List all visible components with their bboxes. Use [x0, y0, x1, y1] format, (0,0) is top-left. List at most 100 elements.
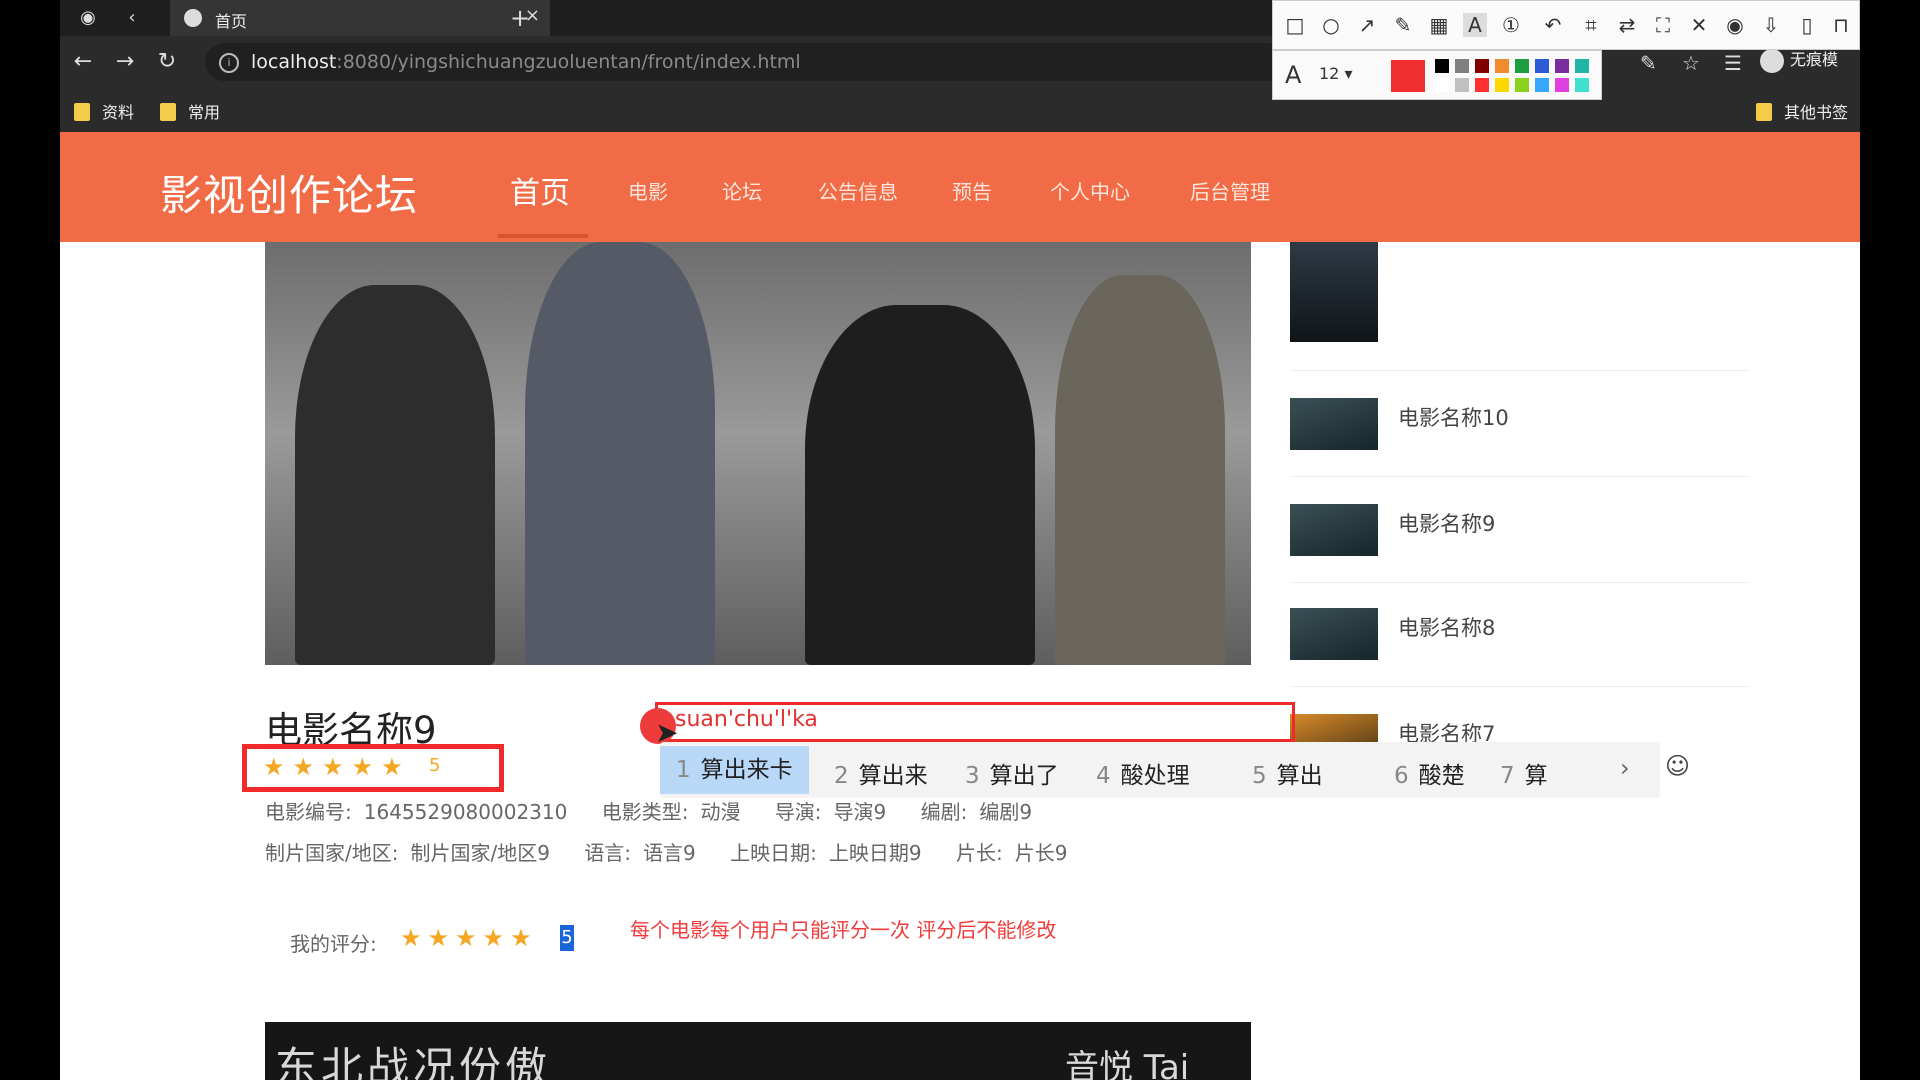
translate-icon[interactable]: ⇄ — [1615, 13, 1639, 37]
pen-tool-icon[interactable]: ✎ — [1391, 13, 1415, 37]
arrow-tool-icon[interactable]: ↗ — [1355, 13, 1379, 37]
done-icon[interactable]: ⊓ — [1829, 13, 1853, 37]
side-movie-name[interactable]: 电影名称9 — [1398, 508, 1495, 538]
movie-info-row: 电影编号: 1645529080002310 电影类型: 动漫 导演: 导演9 编剧:… — [265, 800, 1033, 824]
current-color-swatch[interactable] — [1391, 60, 1425, 92]
movie-director: 导演9 — [833, 800, 887, 824]
rectangle-tool-icon[interactable]: □ — [1283, 13, 1307, 37]
color-swatch[interactable] — [1575, 59, 1589, 73]
movie-code: 1645529080002310 — [363, 800, 568, 824]
extension-icon[interactable]: ✎ — [1640, 51, 1657, 75]
number-tool-icon[interactable]: ① — [1499, 13, 1523, 37]
nav-user-center[interactable]: 个人中心 — [1050, 176, 1130, 205]
color-swatch[interactable] — [1455, 78, 1469, 92]
movie-language: 语言9 — [643, 841, 696, 865]
my-rating-stars[interactable]: ★★★★★ — [400, 924, 538, 952]
poster-figure — [1055, 275, 1225, 665]
ellipse-tool-icon[interactable]: ○ — [1319, 13, 1343, 37]
divider — [1290, 686, 1750, 687]
banner-caption: 东北战况份傲 — [275, 1043, 552, 1080]
color-swatch[interactable] — [1535, 78, 1549, 92]
rating-stars: ★★★★★ — [263, 753, 411, 781]
ime-next-page-icon[interactable]: › — [1620, 754, 1630, 782]
movie-thumbnail[interactable] — [1290, 398, 1378, 450]
color-swatch[interactable] — [1515, 78, 1529, 92]
nav-home[interactable]: 首页 — [510, 168, 570, 212]
other-bookmarks[interactable]: 其他书签 — [1756, 99, 1848, 123]
browser-tab[interactable]: 首页 × — [170, 0, 550, 36]
poster-figure — [525, 242, 715, 665]
crop-icon[interactable]: ⌗ — [1579, 13, 1603, 37]
pin-icon[interactable]: ✕ — [1687, 13, 1711, 37]
side-movie-name[interactable]: 电影名称8 — [1398, 612, 1495, 642]
movie-thumbnail[interactable] — [1290, 608, 1378, 660]
color-swatch[interactable] — [1455, 59, 1469, 73]
nav-forum[interactable]: 论坛 — [722, 176, 762, 205]
color-swatch[interactable] — [1435, 78, 1449, 92]
movie-thumbnail[interactable] — [1290, 242, 1378, 342]
text-tool-icon[interactable]: A — [1463, 13, 1487, 37]
poster-figure — [805, 305, 1035, 665]
movie-type: 动漫 — [700, 800, 741, 824]
my-rating-label: 我的评分: — [290, 932, 377, 956]
new-tab-button[interactable]: + — [510, 4, 530, 32]
color-swatch[interactable] — [1435, 59, 1449, 73]
browser-menu-icon[interactable]: ◉ — [76, 6, 100, 30]
info-icon[interactable]: i — [219, 53, 239, 73]
font-icon: A — [1285, 61, 1302, 89]
movie-info-row: 制片国家/地区: 制片国家/地区9 语言: 语言9 上映日期: 上映日期9 片长: 片长… — [265, 841, 1068, 865]
rating-highlight-box: ★★★★★ 5 — [242, 744, 504, 792]
tab-back-icon[interactable]: ‹ — [120, 6, 144, 30]
nav-admin[interactable]: 后台管理 — [1190, 176, 1270, 205]
color-swatch[interactable] — [1495, 78, 1509, 92]
divider — [1290, 476, 1750, 477]
ime-candidate[interactable]: 7算 — [1500, 756, 1548, 790]
fullscreen-icon[interactable]: ⛶ — [1651, 13, 1675, 37]
bookmark-folder[interactable]: 常用 — [160, 99, 220, 123]
annotation-typed-text: suan'chu'l'ka — [675, 707, 818, 732]
rating-value: 5 — [429, 755, 441, 776]
screenshot-toolbar: □ ○ ↗ ✎ ▦ A ① ↶ ⌗ ⇄ ⛶ ✕ ◉ ⇩ ▯ ⊓ — [1272, 0, 1860, 50]
back-icon[interactable]: ← — [70, 49, 96, 75]
font-size-select[interactable]: 12 ▾ — [1313, 61, 1369, 87]
save-icon[interactable]: ⇩ — [1759, 13, 1783, 37]
color-swatch[interactable] — [1475, 78, 1489, 92]
copy-icon[interactable]: ▯ — [1795, 13, 1819, 37]
ime-candidate[interactable]: 4 酸处理 — [1096, 756, 1190, 790]
reload-icon[interactable]: ↻ — [154, 49, 180, 75]
color-swatch[interactable] — [1475, 59, 1489, 73]
ime-candidate[interactable]: 5 算出 — [1252, 756, 1323, 790]
ime-candidate[interactable]: 6 酸楚 — [1394, 756, 1465, 790]
movie-poster-image — [265, 242, 1251, 665]
color-swatch[interactable] — [1515, 59, 1529, 73]
ime-candidate[interactable]: 2 算出来 — [834, 756, 928, 790]
nav-notice[interactable]: 公告信息 — [818, 176, 898, 205]
color-swatch[interactable] — [1575, 78, 1589, 92]
color-swatch[interactable] — [1555, 59, 1569, 73]
color-swatch[interactable] — [1555, 78, 1569, 92]
movie-country: 制片国家/地区9 — [410, 841, 550, 865]
undo-icon[interactable]: ↶ — [1541, 13, 1565, 37]
side-movie-name[interactable]: 电影名称10 — [1398, 402, 1509, 432]
emoji-icon[interactable]: ☺ — [1665, 752, 1690, 780]
folder-icon — [1756, 103, 1772, 121]
nav-movie[interactable]: 电影 — [628, 176, 668, 205]
rating-rule-note: 每个电影每个用户只能评分一次 评分后不能修改 — [630, 918, 1057, 942]
reading-list-icon[interactable]: ☰ — [1724, 51, 1742, 75]
site-logo[interactable]: 影视创作论坛 — [160, 162, 418, 223]
color-swatch[interactable] — [1535, 59, 1549, 73]
record-icon[interactable]: ◉ — [1723, 13, 1747, 37]
nav-trailer[interactable]: 预告 — [952, 176, 992, 205]
url-field[interactable]: i localhost:8080/yingshichuangzuoluentan… — [205, 43, 1285, 81]
color-swatch[interactable] — [1495, 59, 1509, 73]
profile-button[interactable]: 无痕模 — [1760, 46, 1856, 76]
site-header: 影视创作论坛 首页 电影 论坛 公告信息 预告 个人中心 后台管理 — [60, 132, 1860, 242]
ime-candidate[interactable]: 1 算出来卡 — [660, 746, 809, 794]
movie-thumbnail[interactable] — [1290, 504, 1378, 556]
ime-candidate[interactable]: 3 算出了 — [965, 756, 1059, 790]
forward-icon[interactable]: → — [112, 49, 138, 75]
bookmark-folder[interactable]: 资料 — [74, 99, 134, 123]
bookmark-star-icon[interactable]: ☆ — [1682, 51, 1700, 75]
ime-candidate-bar: 1 算出来卡 2 算出来 3 算出了 4 酸处理 5 算出 6 酸楚 7算 › ☺ — [660, 742, 1690, 798]
mosaic-tool-icon[interactable]: ▦ — [1427, 13, 1451, 37]
